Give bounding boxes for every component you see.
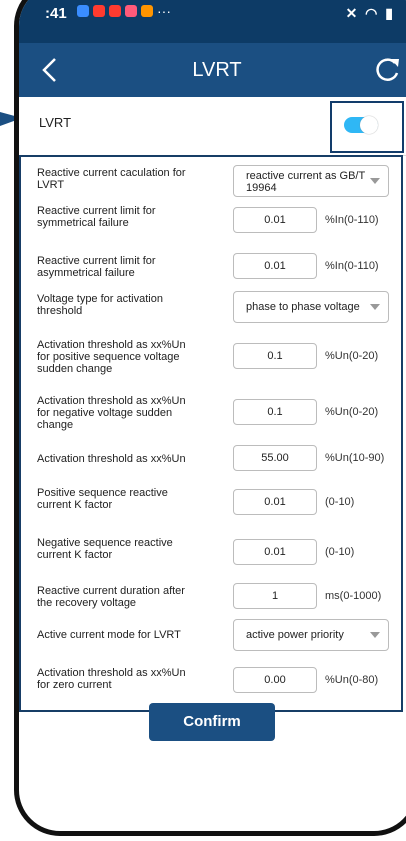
status-more-icon: ··· [157,3,171,19]
negative-k-factor-input[interactable]: 0.01 [233,539,317,565]
reactive-duration-input[interactable]: 1 [233,583,317,609]
app-notification-icon [109,5,121,17]
phone-frame: :41 ··· ✕ ◠ ▮ LVRT LVRT Reactive current… [14,0,406,836]
setting-label: Positive sequence reactive current K fac… [37,487,168,511]
nav-bar: LVRT [19,43,406,97]
refresh-icon[interactable] [371,53,403,87]
status-time: :41 [45,5,67,22]
activation-threshold-input[interactable]: 55.00 [233,445,317,471]
chevron-down-icon [370,178,380,184]
select-value: phase to phase voltage [246,301,360,313]
setting-label: Negative sequence reactive current K fac… [37,537,173,561]
negative-voltage-threshold-input[interactable]: 0.1 [233,399,317,425]
setting-label: Reactive current limit for asymmetrical … [37,255,156,279]
settings-panel: Reactive current caculation for LVRT rea… [19,155,403,712]
lvrt-toggle-row: LVRT [19,97,406,156]
setting-label: Active current mode for LVRT [37,629,181,641]
setting-label: Reactive current duration after the reco… [37,585,185,609]
reactive-current-calc-select[interactable]: reactive current as GB/T 19964 [233,165,389,197]
unit-label: (0-10) [325,496,355,508]
app-notification-icon [141,5,153,17]
unit-label: %In(0-110) [325,260,379,272]
page-title: LVRT [192,59,242,81]
unit-label: %Un(0-20) [325,350,379,362]
setting-label: Reactive current limit for symmetrical f… [37,205,156,229]
app-notification-icon [77,5,89,17]
lvrt-toggle-highlight [330,101,404,153]
positive-k-factor-input[interactable]: 0.01 [233,489,317,515]
lvrt-toggle-switch[interactable] [344,116,378,134]
setting-label: Reactive current caculation for LVRT [37,167,186,191]
unit-label: %In(0-110) [325,214,379,226]
unit-label: %Un(0-80) [325,674,379,686]
unit-label: (0-10) [325,546,355,558]
setting-label: Activation threshold as xx%Un [37,453,186,465]
unit-label: %Un(0-20) [325,406,379,418]
select-value: reactive current as GB/T 19964 [246,170,366,194]
status-app-icons [77,5,153,17]
setting-label: Voltage type for activation threshold [37,293,163,317]
status-system-icons: ✕ ◠ ▮ [345,5,395,21]
symmetrical-limit-input[interactable]: 0.01 [233,207,317,233]
voltage-type-select[interactable]: phase to phase voltage [233,291,389,323]
setting-label: Activation threshold as xx%Un for negati… [37,395,186,431]
app-notification-icon [125,5,137,17]
app-notification-icon [93,5,105,17]
asymmetrical-limit-input[interactable]: 0.01 [233,253,317,279]
setting-label: Activation threshold as xx%Un for positi… [37,339,186,375]
lvrt-label: LVRT [39,115,72,130]
chevron-down-icon [370,632,380,638]
unit-label: ms(0-1000) [325,590,382,602]
confirm-button[interactable]: Confirm [149,703,275,741]
active-current-mode-select[interactable]: active power priority [233,619,389,651]
unit-label: %Un(10-90) [325,452,385,464]
chevron-down-icon [370,304,380,310]
toggle-knob [360,116,378,134]
positive-sequence-threshold-input[interactable]: 0.1 [233,343,317,369]
zero-current-threshold-input[interactable]: 0.00 [233,667,317,693]
setting-label: Activation threshold as xx%Un for zero c… [37,667,186,691]
select-value: active power priority [246,629,344,641]
status-bar: :41 ··· ✕ ◠ ▮ [19,0,406,43]
